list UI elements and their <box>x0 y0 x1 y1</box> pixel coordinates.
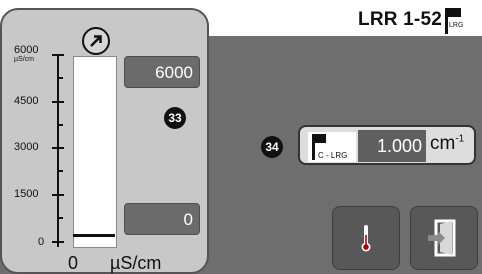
arrow-up-right-icon <box>90 35 102 47</box>
flag-text: LRG <box>449 22 464 29</box>
max-value-field[interactable]: 6000 <box>124 56 200 88</box>
lrg-flag-icon: LRG <box>445 8 465 34</box>
level-bar-fill <box>73 234 115 237</box>
temperature-button[interactable] <box>332 206 400 270</box>
level-bar <box>73 56 117 248</box>
current-unit: µS/cm <box>110 253 162 273</box>
callout-badge-34: 34 <box>261 136 283 158</box>
conductivity-level-panel: 6000 µS/cm 4500 3000 1500 0 6000 33 0 0 … <box>0 8 209 274</box>
minor-tick <box>57 77 63 79</box>
scale-label-1500: 1500 <box>14 188 39 200</box>
cell-constant-unit: cm-1 <box>430 133 465 154</box>
min-value-field[interactable]: 0 <box>124 203 200 235</box>
scale-label-0: 0 <box>38 236 45 248</box>
const-flag-text: C - LRG <box>318 151 348 160</box>
current-value: 0 <box>68 253 79 273</box>
cell-constant-button[interactable]: C - LRG 1.000 cm-1 <box>298 125 476 165</box>
scale-label-3000: 3000 <box>14 141 39 153</box>
scale-label-6000: 6000 <box>14 44 39 56</box>
minor-tick <box>57 124 63 126</box>
minor-tick <box>57 217 63 219</box>
scale-unit: µS/cm <box>14 56 34 63</box>
tick <box>52 54 64 56</box>
device-model-label: LRR 1-52 <box>358 9 442 30</box>
tick <box>52 147 64 149</box>
cell-constant-value: 1.000 <box>358 130 426 162</box>
minor-tick <box>57 170 63 172</box>
exit-button[interactable] <box>410 206 478 270</box>
exit-door-icon <box>428 219 456 257</box>
tick <box>52 194 64 196</box>
c-lrg-flag-icon: C - LRG <box>308 132 356 162</box>
thermometer-icon <box>361 225 371 252</box>
callout-badge-33: 33 <box>164 107 186 129</box>
scale-label-4500: 4500 <box>14 95 39 107</box>
up-button[interactable] <box>82 27 110 55</box>
tick <box>52 241 64 243</box>
tick <box>52 101 64 103</box>
